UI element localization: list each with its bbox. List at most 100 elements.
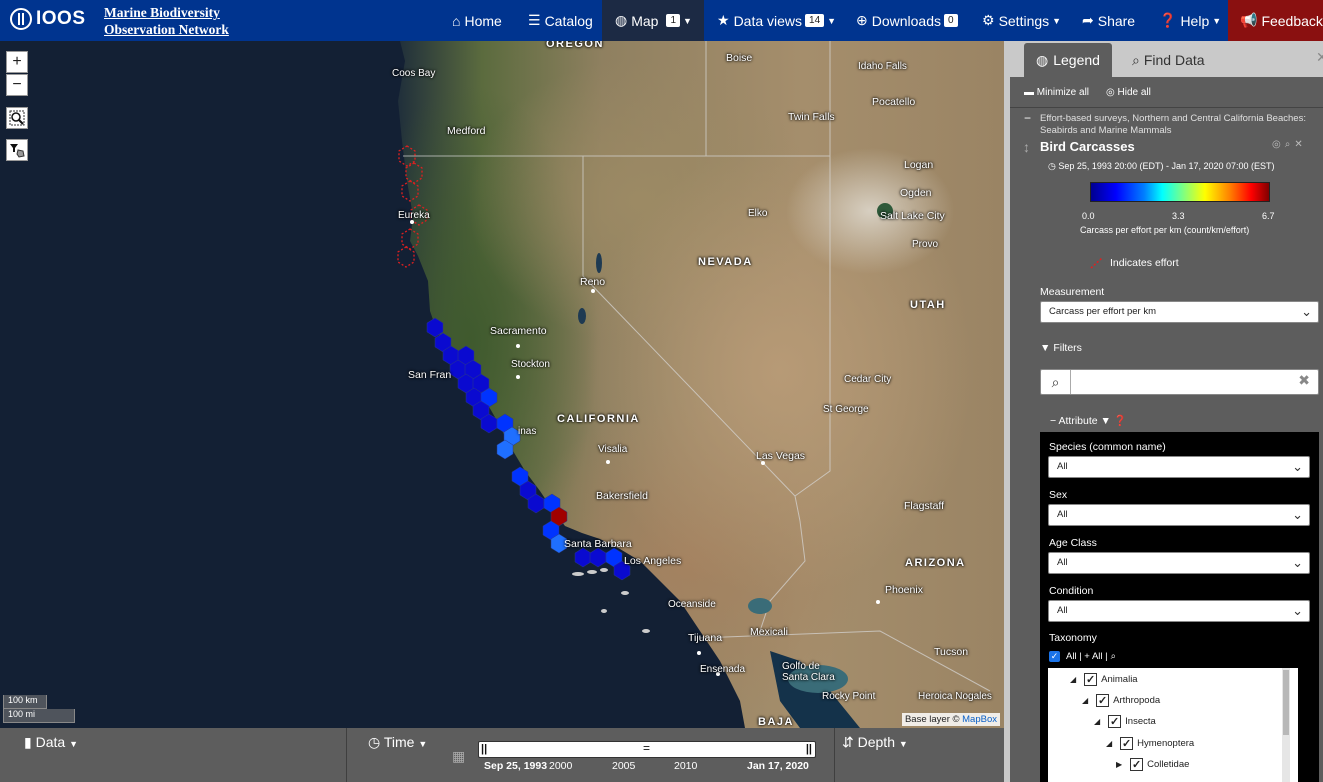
nav-share[interactable]: ➦ Share — [1082, 0, 1135, 41]
tree-checkbox[interactable]: ✓ — [1120, 737, 1134, 750]
expanded-triangle-icon[interactable]: ◢ — [1106, 739, 1112, 748]
map-count-badge: 1 — [666, 14, 681, 27]
caret-down-icon: ▼ — [418, 739, 428, 749]
measurement-label: Measurement — [1040, 286, 1105, 298]
search-icon[interactable]: ⌕ — [1111, 651, 1116, 662]
measurement-select[interactable]: Carcass per effort per km ⌄ — [1040, 301, 1319, 323]
effort-icon — [1090, 257, 1103, 269]
attribute-label: Attribute — [1058, 415, 1098, 427]
taxonomy-all-checkbox[interactable]: ✓ — [1049, 651, 1060, 662]
site-title-line2[interactable]: Observation Network — [104, 21, 229, 38]
top-navbar: IOOS Marine Biodiversity Observation Net… — [0, 0, 1323, 41]
polygon-filter-icon — [10, 144, 25, 158]
map-label-idaho-falls: Idaho Falls — [858, 61, 907, 72]
expanded-triangle-icon[interactable]: ◢ — [1070, 675, 1076, 684]
bullhorn-icon: 📢 — [1240, 12, 1258, 28]
tab-legend-label: Legend — [1053, 52, 1100, 68]
slider-start-handle[interactable]: || — [481, 743, 487, 755]
divider — [346, 728, 347, 782]
zoom-in-button[interactable]: + — [6, 51, 28, 73]
depth-dropdown[interactable]: ⇵ Depth ▼ — [842, 734, 908, 751]
species-select[interactable]: All ⌄ — [1048, 456, 1310, 478]
tree-node[interactable]: ◢ ✓ Animalia — [1070, 673, 1138, 686]
nav-catalog[interactable]: ☰ Catalog — [528, 0, 593, 41]
drag-handle-icon[interactable]: ↕ — [1023, 139, 1030, 155]
slider-end-handle[interactable]: || — [806, 743, 812, 755]
nav-downloads[interactable]: ⊕ Downloads 0 — [856, 0, 958, 41]
nav-help[interactable]: ❓ Help ▼ — [1159, 0, 1221, 41]
eye-slash-icon[interactable]: ◎ — [1272, 139, 1285, 150]
map-label-elko: Elko — [748, 208, 768, 219]
site-title[interactable]: Marine Biodiversity Observation Network — [104, 4, 229, 38]
chevron-down-icon: ▼ — [1212, 15, 1222, 26]
timeline-tick-2005: 2005 — [612, 760, 636, 772]
taxonomy-all-links[interactable]: All | + All | — [1066, 651, 1108, 662]
tree-checkbox[interactable]: ✓ — [1108, 715, 1122, 728]
nav-home[interactable]: ⌂ Home — [452, 0, 502, 41]
map-label-rocky-point: Rocky Point — [822, 691, 876, 702]
filter-search-input[interactable]: ⌕ ✖ — [1040, 369, 1319, 395]
clock-icon: ◷ — [368, 734, 381, 750]
data-dropdown[interactable]: ▮ Data ▼ — [24, 734, 78, 751]
chevron-down-icon: ⌄ — [1292, 555, 1303, 570]
tree-scrollbar[interactable] — [1282, 668, 1290, 782]
zoom-to-layer-icon[interactable]: ⌕ — [1285, 139, 1295, 150]
map-label-stockton: Stockton — [511, 359, 550, 370]
attribute-collapse-icon: − — [1050, 415, 1057, 427]
minimize-all-button[interactable]: ▬ Minimize all — [1024, 87, 1089, 98]
panel-tabs: ◍ Legend ⌕ Find Data ✕ — [1010, 41, 1323, 77]
scrollbar-thumb[interactable] — [1283, 670, 1289, 735]
remove-layer-icon[interactable]: ✕ — [1294, 139, 1306, 150]
tree-checkbox[interactable]: ✓ — [1084, 673, 1098, 686]
expanded-triangle-icon[interactable]: ◢ — [1082, 696, 1088, 705]
nav-map[interactable]: ◍ Map 1 ▼ — [615, 0, 692, 41]
nav-share-label: Share — [1097, 12, 1136, 29]
age-class-select[interactable]: All ⌄ — [1048, 552, 1310, 574]
hide-all-button[interactable]: ◎ Hide all — [1106, 87, 1151, 98]
map-label-oregon: OREGON — [546, 41, 604, 50]
calendar-icon[interactable]: ▦ — [452, 748, 465, 765]
bar-chart-icon: ▮ — [24, 734, 32, 750]
tree-node[interactable]: ▶ ✓ Colletidae — [1116, 758, 1189, 771]
time-slider[interactable]: || = || — [478, 741, 816, 758]
tree-node[interactable]: ◢ ✓ Insecta — [1094, 715, 1156, 728]
zoom-out-button[interactable]: − — [6, 74, 28, 96]
map-canvas[interactable]: OREGON Boise Idaho Falls Coos Bay Pocate… — [0, 41, 1004, 728]
tree-node[interactable]: ◢ ✓ Hymenoptera — [1106, 737, 1194, 750]
tab-legend[interactable]: ◍ Legend — [1024, 43, 1112, 77]
tree-checkbox[interactable]: ✓ — [1096, 694, 1110, 707]
map-label-nevada: NEVADA — [698, 256, 753, 268]
clear-icon[interactable]: ✖ — [1298, 372, 1310, 389]
nav-feedback[interactable]: 📢 Feedback — [1240, 0, 1323, 41]
filters-header[interactable]: ▼ Filters — [1040, 342, 1082, 354]
attribute-header[interactable]: − Attribute ▼ ❓ — [1050, 414, 1127, 427]
help-icon[interactable]: ❓ — [1114, 415, 1127, 427]
tree-node[interactable]: ◢ ✓ Arthropoda — [1082, 694, 1160, 707]
condition-select[interactable]: All ⌄ — [1048, 600, 1310, 622]
site-title-line1[interactable]: Marine Biodiversity — [104, 4, 229, 21]
search-icon: ⌕ — [1132, 51, 1140, 68]
draw-polygon-button[interactable] — [6, 139, 28, 161]
mapbox-link[interactable]: MapBox — [962, 714, 997, 725]
time-dropdown[interactable]: ◷ Time ▼ — [368, 734, 427, 751]
collapse-layer-icon[interactable]: − — [1024, 111, 1031, 125]
layer-time-text: Sep 25, 1993 20:00 (EDT) - Jan 17, 2020 … — [1058, 161, 1275, 171]
map-label-st-george: St George — [823, 404, 869, 415]
tab-find-data[interactable]: ⌕ Find Data — [1120, 43, 1217, 77]
collapsed-triangle-icon[interactable]: ▶ — [1116, 760, 1122, 769]
map-label-utah: UTAH — [910, 299, 946, 311]
colorbar-min: 0.0 — [1082, 211, 1095, 221]
chevron-down-icon: ▼ — [683, 15, 692, 26]
close-icon[interactable]: ✕ — [1316, 49, 1323, 66]
slider-center-grip[interactable]: = — [643, 741, 650, 755]
ioos-logo[interactable]: IOOS — [10, 8, 86, 30]
sex-select[interactable]: All ⌄ — [1048, 504, 1310, 526]
tab-find-data-label: Find Data — [1143, 52, 1205, 68]
nav-data-views[interactable]: ★ Data views 14 ▼ — [717, 0, 836, 41]
nav-settings[interactable]: ⚙ Settings ▼ — [982, 0, 1061, 41]
zoom-to-box-button[interactable] — [6, 107, 28, 129]
expanded-triangle-icon[interactable]: ◢ — [1094, 717, 1100, 726]
tree-checkbox[interactable]: ✓ — [1130, 758, 1144, 771]
measurement-value: Carcass per effort per km — [1049, 306, 1157, 317]
condition-value: All — [1057, 605, 1068, 616]
